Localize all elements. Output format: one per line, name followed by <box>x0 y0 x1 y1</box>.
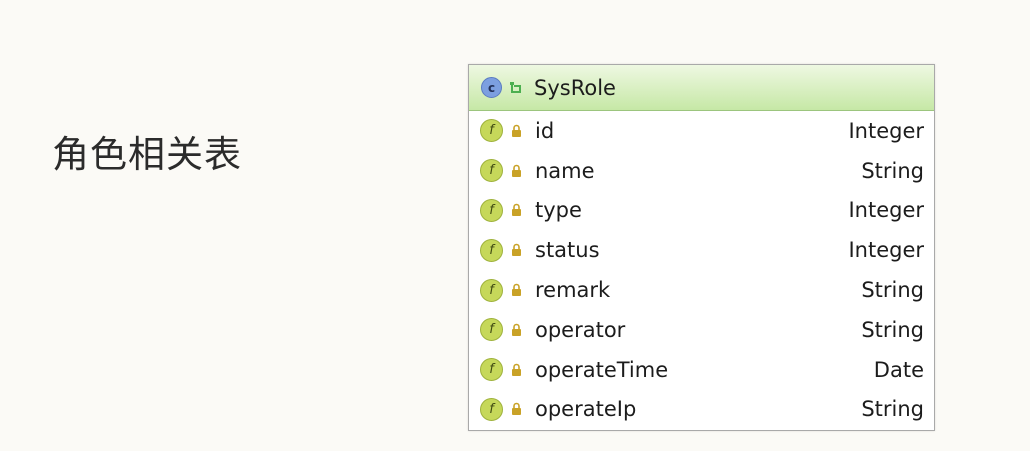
field-icon: f <box>480 318 503 342</box>
field-icon: f <box>480 397 503 421</box>
field-row[interactable]: f status Integer <box>469 230 934 270</box>
field-row[interactable]: f operateTime Date <box>469 350 934 390</box>
field-list: f id Integer f name String f type Intege… <box>469 111 934 429</box>
field-type: Integer <box>848 118 924 143</box>
page-title: 角色相关表 <box>52 133 242 176</box>
class-structure-panel: c SysRole f id Integer f name String f t… <box>468 64 935 431</box>
class-header[interactable]: c SysRole <box>469 65 934 111</box>
lock-icon <box>511 323 522 337</box>
field-row[interactable]: f id Integer <box>469 111 934 151</box>
field-name: operateIp <box>535 397 637 422</box>
field-type: String <box>861 317 924 342</box>
lock-icon <box>511 363 522 377</box>
field-type: String <box>861 278 924 303</box>
field-row[interactable]: f type Integer <box>469 191 934 231</box>
class-name: SysRole <box>534 75 616 100</box>
field-icon: f <box>480 159 503 183</box>
field-name: type <box>535 198 582 223</box>
field-type: String <box>861 158 924 183</box>
field-icon: f <box>480 358 503 382</box>
field-icon: f <box>480 119 503 143</box>
lock-icon <box>511 243 522 257</box>
field-name: operateTime <box>535 357 669 382</box>
lock-icon <box>511 124 522 138</box>
field-row[interactable]: f remark String <box>469 270 934 310</box>
field-name: remark <box>535 278 611 303</box>
field-name: name <box>535 158 595 183</box>
lock-icon <box>511 164 522 178</box>
field-row[interactable]: f operateIp String <box>469 390 934 430</box>
field-type: String <box>861 397 924 422</box>
field-name: id <box>535 118 555 143</box>
field-name: status <box>535 238 600 263</box>
field-icon: f <box>480 278 503 302</box>
public-icon <box>509 81 522 94</box>
lock-icon <box>511 283 522 297</box>
field-row[interactable]: f name String <box>469 151 934 191</box>
field-type: Integer <box>848 198 924 223</box>
lock-icon <box>511 402 522 416</box>
field-type: Integer <box>848 238 924 263</box>
field-name: operator <box>535 317 626 342</box>
class-icon: c <box>481 77 502 98</box>
field-type: Date <box>873 357 924 382</box>
field-icon: f <box>480 198 503 222</box>
field-row[interactable]: f operator String <box>469 310 934 350</box>
lock-icon <box>511 203 522 217</box>
field-icon: f <box>480 238 503 262</box>
